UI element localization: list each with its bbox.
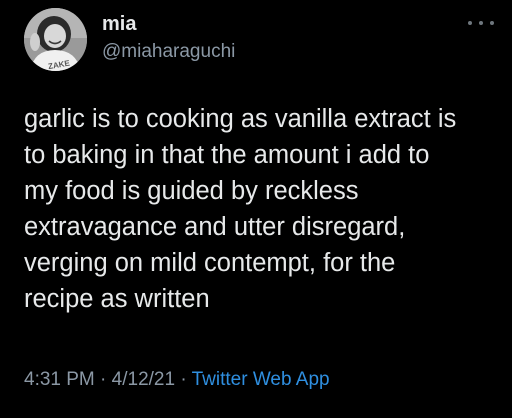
profile-photo-icon: ZAKE [24,8,87,71]
separator: · [180,369,187,390]
tweet-text-line: garlic is to cooking as vanilla extract … [24,105,457,133]
tweet-card: ZAKE mia @miaharaguchi garlic is to cook… [0,0,512,418]
separator: · [100,369,107,390]
tweet-text-line: extravagance and utter disregard, [24,213,406,241]
tweet-time[interactable]: 4:31 PM [24,369,95,390]
tweet-text-line: my food is guided by reckless [24,177,359,205]
dot [479,21,483,25]
dot [468,21,472,25]
tweet-date[interactable]: 4/12/21 [112,369,175,390]
display-name[interactable]: mia [102,13,136,36]
tweet-text-line: recipe as written [24,285,210,313]
avatar[interactable]: ZAKE [24,8,87,71]
more-options-icon[interactable] [468,13,494,33]
user-handle[interactable]: @miaharaguchi [102,41,235,63]
tweet-text: garlic is to cooking as vanilla extract … [24,101,504,317]
source-app-link[interactable]: Twitter Web App [192,369,330,390]
tweet-text-line: verging on mild contempt, for the [24,249,396,277]
tweet-text-line: to baking in that the amount i add to [24,141,430,169]
tweet-metadata: 4:31 PM · 4/12/21 · Twitter Web App [24,369,330,391]
dot [490,21,494,25]
